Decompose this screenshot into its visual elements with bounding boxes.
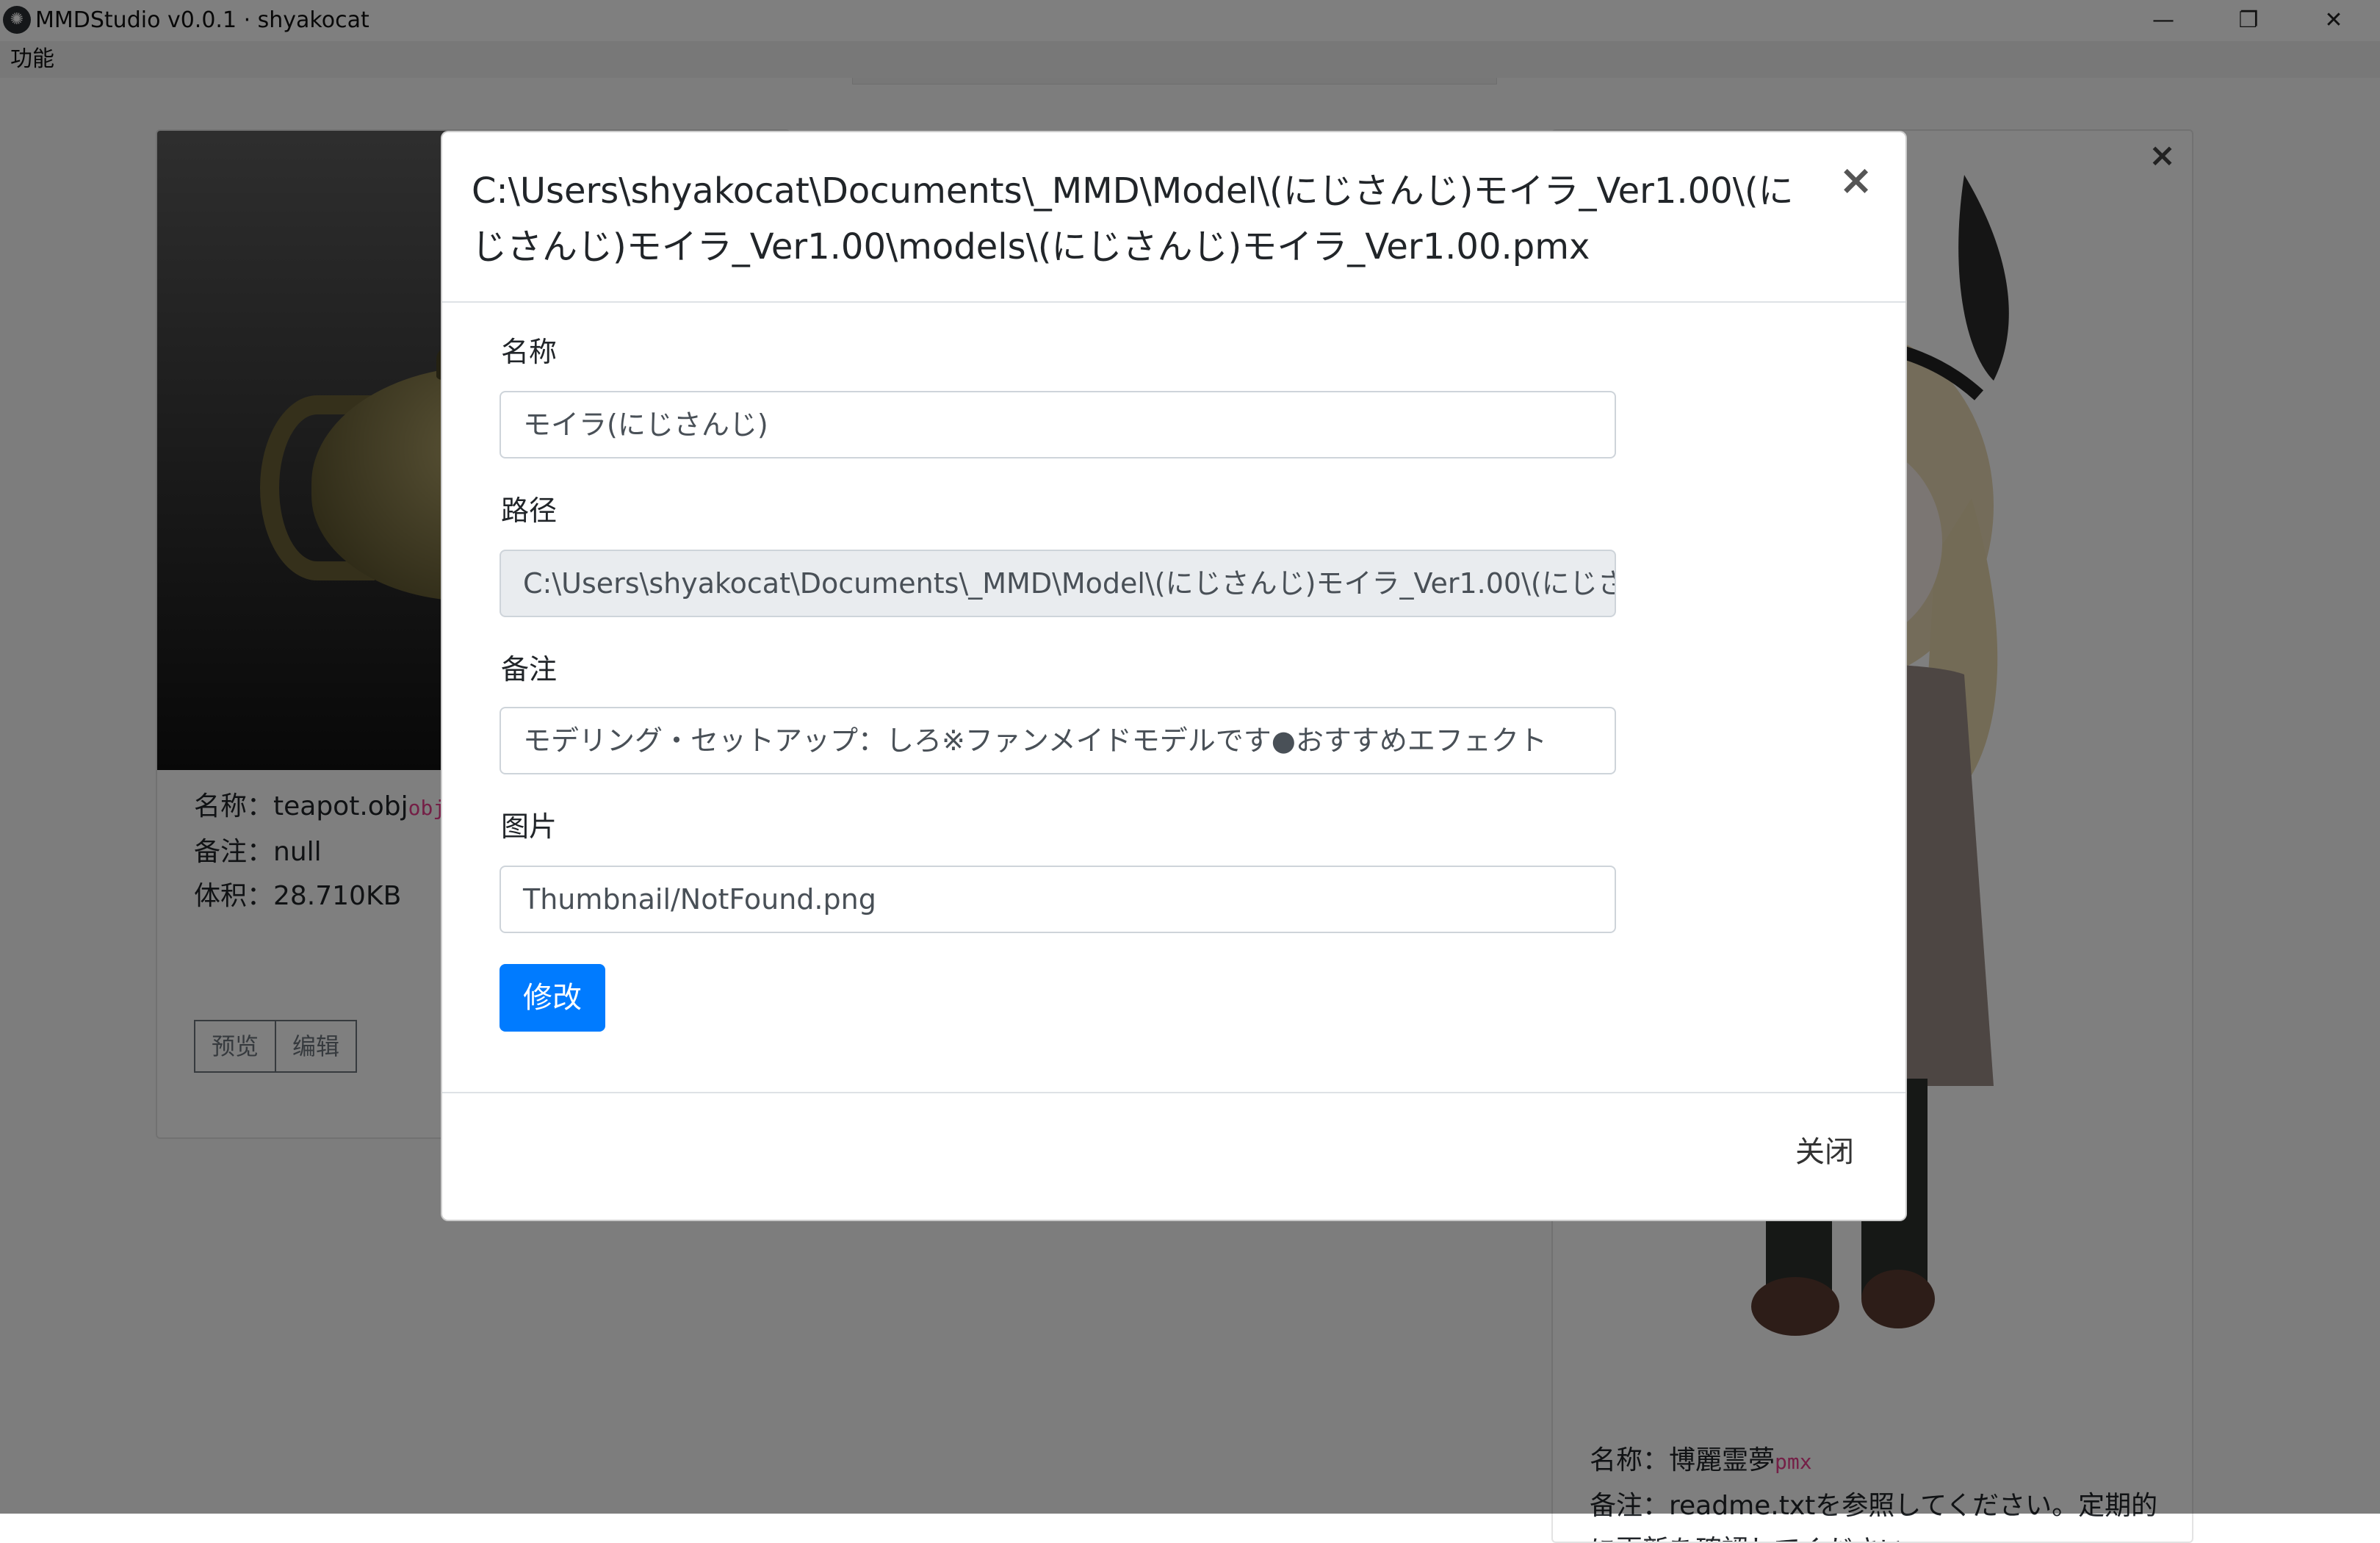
name-field[interactable]: モイラ(にじさんじ) [500, 391, 1616, 458]
name-label: 名称 [501, 336, 558, 368]
dialog-title: C:\Users\shyakocat\Documents\_MMD\Model\… [472, 170, 1794, 267]
close-button[interactable]: 关闭 [1795, 1130, 1854, 1174]
image-label: 图片 [501, 810, 558, 843]
note-label: 备注 [501, 653, 558, 686]
path-field[interactable]: C:\Users\shyakocat\Documents\_MMD\Model\… [500, 550, 1616, 617]
close-icon[interactable]: × [1839, 160, 1873, 201]
dialog-header: C:\Users\shyakocat\Documents\_MMD\Model\… [442, 132, 1905, 303]
dialog-footer: 关闭 [442, 1092, 1905, 1223]
path-label: 路径 [501, 494, 558, 527]
modify-button[interactable]: 修改 [500, 964, 605, 1032]
note-field[interactable]: モデリング・セットアップ：しろ※ファンメイドモデルです●おすすめエフェクト [500, 707, 1616, 774]
image-path-field[interactable]: Thumbnail/NotFound.png [500, 866, 1616, 933]
edit-model-dialog: C:\Users\shyakocat\Documents\_MMD\Model\… [441, 131, 1907, 1221]
